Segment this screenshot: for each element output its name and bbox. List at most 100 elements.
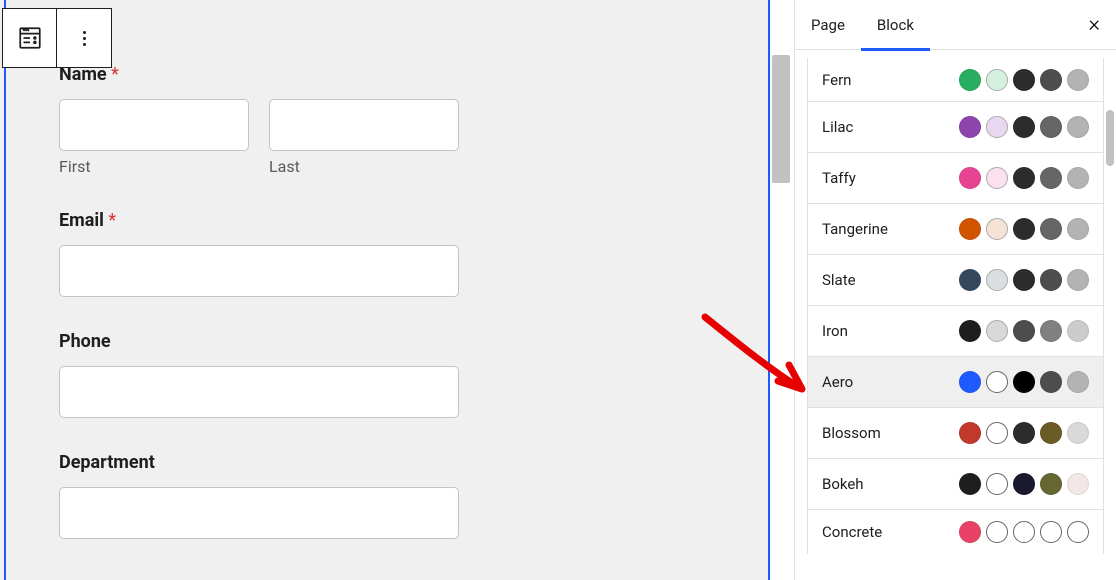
- swatch: [1040, 218, 1062, 240]
- field-department: Department: [59, 452, 459, 539]
- sidebar-tabs: Page Block ×: [795, 0, 1116, 50]
- theme-swatches: [959, 473, 1089, 495]
- swatch: [986, 422, 1008, 444]
- theme-swatches: [959, 521, 1089, 543]
- swatch: [1013, 116, 1035, 138]
- theme-row-concrete[interactable]: Concrete: [808, 510, 1103, 554]
- theme-name: Concrete: [822, 523, 882, 541]
- theme-row-aero[interactable]: Aero: [808, 357, 1103, 408]
- phone-input[interactable]: [59, 366, 459, 418]
- theme-name: Tangerine: [822, 220, 888, 238]
- swatch: [959, 422, 981, 444]
- swatch: [959, 116, 981, 138]
- more-vertical-icon: [83, 31, 86, 46]
- more-options-button[interactable]: [57, 9, 111, 67]
- swatch: [986, 371, 1008, 393]
- swatch: [1067, 320, 1089, 342]
- swatch: [959, 218, 981, 240]
- theme-row-blossom[interactable]: Blossom: [808, 408, 1103, 459]
- swatch: [1040, 116, 1062, 138]
- tab-page[interactable]: Page: [795, 0, 861, 50]
- swatch: [1067, 116, 1089, 138]
- field-name: Name * First Last: [59, 64, 459, 176]
- email-label: Email *: [59, 210, 459, 231]
- swatch: [1040, 167, 1062, 189]
- swatch: [1067, 371, 1089, 393]
- theme-name: Fern: [822, 71, 851, 89]
- swatch: [959, 269, 981, 291]
- first-name-input[interactable]: [59, 99, 249, 151]
- theme-name: Bokeh: [822, 475, 864, 493]
- sidebar-scrollbar-thumb[interactable]: [1106, 110, 1114, 166]
- swatch: [1067, 167, 1089, 189]
- theme-row-taffy[interactable]: Taffy: [808, 153, 1103, 204]
- theme-list: Fern Lilac Taffy Tangerine Slate Iron Aero Blos…: [807, 58, 1104, 554]
- swatch: [1040, 269, 1062, 291]
- swatch: [1067, 69, 1089, 91]
- theme-swatches: [959, 167, 1089, 189]
- email-input[interactable]: [59, 245, 459, 297]
- block-type-button[interactable]: [3, 9, 57, 67]
- tab-block[interactable]: Block: [861, 0, 930, 50]
- last-sublabel: Last: [269, 157, 459, 176]
- swatch: [1013, 521, 1035, 543]
- swatch: [1067, 422, 1089, 444]
- theme-row-iron[interactable]: Iron: [808, 306, 1103, 357]
- theme-name: Iron: [822, 322, 848, 340]
- required-mark: *: [108, 210, 116, 231]
- swatch: [959, 371, 981, 393]
- swatch: [959, 473, 981, 495]
- field-phone: Phone: [59, 331, 459, 418]
- swatch: [1067, 218, 1089, 240]
- swatch: [1040, 422, 1062, 444]
- theme-swatches: [959, 116, 1089, 138]
- swatch: [1013, 422, 1035, 444]
- swatch: [1013, 371, 1035, 393]
- swatch: [986, 167, 1008, 189]
- swatch: [1040, 473, 1062, 495]
- swatch: [986, 116, 1008, 138]
- theme-swatches: [959, 320, 1089, 342]
- swatch: [986, 320, 1008, 342]
- swatch: [1040, 521, 1062, 543]
- theme-row-tangerine[interactable]: Tangerine: [808, 204, 1103, 255]
- theme-swatches: [959, 422, 1089, 444]
- swatch: [1013, 167, 1035, 189]
- swatch: [959, 320, 981, 342]
- block-toolbar: [2, 8, 112, 68]
- theme-row-fern[interactable]: Fern: [808, 58, 1103, 102]
- theme-row-lilac[interactable]: Lilac: [808, 102, 1103, 153]
- swatch: [986, 521, 1008, 543]
- department-label: Department: [59, 452, 459, 473]
- swatch: [1040, 320, 1062, 342]
- field-email: Email *: [59, 210, 459, 297]
- last-name-input[interactable]: [269, 99, 459, 151]
- swatch: [959, 521, 981, 543]
- phone-label: Phone: [59, 331, 459, 352]
- theme-row-bokeh[interactable]: Bokeh: [808, 459, 1103, 510]
- theme-name: Slate: [822, 271, 856, 289]
- swatch: [959, 167, 981, 189]
- form-block[interactable]: Name * First Last Email *: [4, 0, 770, 580]
- theme-swatches: [959, 69, 1089, 91]
- theme-row-slate[interactable]: Slate: [808, 255, 1103, 306]
- swatch: [986, 269, 1008, 291]
- swatch: [986, 218, 1008, 240]
- department-input[interactable]: [59, 487, 459, 539]
- swatch: [1013, 218, 1035, 240]
- close-sidebar-button[interactable]: ×: [1088, 14, 1100, 36]
- swatch: [1013, 320, 1035, 342]
- swatch: [1013, 269, 1035, 291]
- theme-swatches: [959, 371, 1089, 393]
- editor-scrollbar-thumb[interactable]: [772, 55, 790, 183]
- first-sublabel: First: [59, 157, 249, 176]
- swatch: [959, 69, 981, 91]
- swatch: [986, 69, 1008, 91]
- swatch: [1040, 69, 1062, 91]
- theme-swatches: [959, 269, 1089, 291]
- name-label: Name *: [59, 64, 459, 85]
- swatch: [986, 473, 1008, 495]
- theme-name: Lilac: [822, 118, 853, 136]
- theme-name: Blossom: [822, 424, 881, 442]
- swatch: [1040, 371, 1062, 393]
